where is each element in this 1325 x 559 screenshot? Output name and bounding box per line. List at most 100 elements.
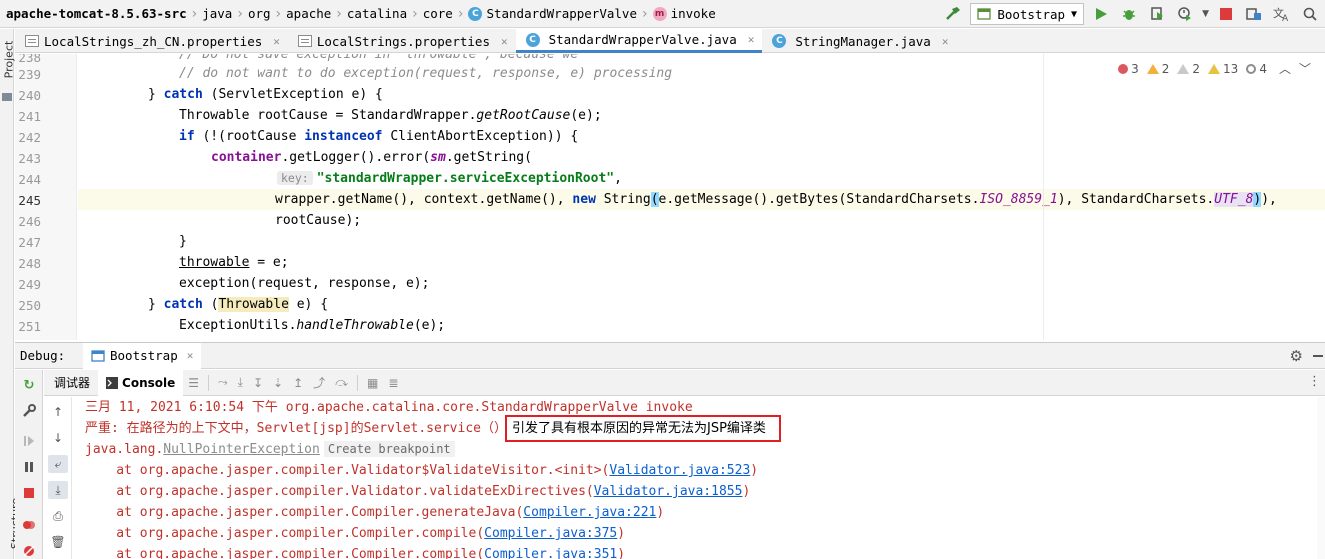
coverage-icon[interactable] — [1146, 3, 1168, 25]
chevron-down-icon[interactable]: ﹀ — [1299, 60, 1311, 77]
run-configuration-select[interactable]: Bootstrap ▼ — [970, 3, 1085, 25]
arrow-up-icon[interactable]: ↑ — [48, 403, 68, 421]
source-link[interactable]: Compiler.java:221 — [523, 505, 656, 520]
translate-icon[interactable]: 文A — [1271, 3, 1293, 25]
line-number-current: 245 — [18, 193, 41, 208]
arrow-down-icon[interactable]: ↓ — [48, 429, 68, 447]
keyword: catch — [163, 87, 203, 102]
gear-icon[interactable]: ⚙ — [1290, 347, 1303, 365]
print-icon[interactable]: ⎙ — [48, 507, 68, 525]
breadcrumb-core[interactable]: core — [423, 0, 453, 28]
comment: // do not want to do exception(request, … — [179, 66, 673, 81]
wrench-icon[interactable] — [19, 402, 39, 420]
trace-stream-icon[interactable]: ≣ — [388, 376, 398, 390]
tab-standardwrappervalve[interactable]: C StandardWrapperValve.java ✕ — [515, 29, 763, 53]
clear-all-icon[interactable]: 🗑 — [48, 533, 68, 551]
tab-localstrings[interactable]: LocalStrings.properties ✕ — [288, 29, 516, 53]
mute-breakpoints-icon[interactable] — [19, 542, 39, 559]
divider — [208, 374, 210, 391]
error-count[interactable]: 3 — [1118, 62, 1139, 76]
debug-icon[interactable] — [1118, 3, 1140, 25]
drop-frame-icon[interactable]: ⤴ — [313, 374, 325, 391]
class-icon: C — [525, 32, 540, 47]
line-number-gutter[interactable]: 238 239 240 241 242 243 244 245 246 247 … — [15, 54, 77, 340]
project-structure-icon[interactable] — [1243, 3, 1265, 25]
stop-icon[interactable] — [19, 484, 39, 502]
breadcrumb-catalina[interactable]: catalina — [347, 0, 407, 28]
breadcrumb-org[interactable]: org — [248, 0, 271, 28]
warning-icon — [1146, 63, 1159, 74]
tab-debugger[interactable]: 调试器 — [44, 370, 98, 396]
warning-count[interactable]: 2 — [1146, 62, 1169, 76]
step-into-icon[interactable]: ↧ — [253, 376, 263, 390]
view-breakpoints-icon[interactable] — [19, 516, 39, 534]
tab-console[interactable]: Console — [98, 369, 184, 396]
source-link[interactable]: Compiler.java:351 — [484, 547, 617, 559]
evaluate-expression-icon[interactable]: ▦ — [367, 376, 378, 390]
step-over-icon[interactable]: ⤓ — [238, 375, 243, 390]
scroll-to-end-icon[interactable]: ⤓ — [48, 481, 68, 499]
run-icon[interactable] — [1090, 3, 1112, 25]
more-icon[interactable]: ⋮ — [1308, 374, 1321, 389]
breadcrumb-project[interactable]: apache-tomcat-8.5.63-src — [0, 0, 187, 28]
close-icon[interactable]: ✕ — [187, 349, 194, 362]
build-hammer-icon[interactable] — [942, 3, 964, 25]
stop-icon[interactable] — [1215, 3, 1237, 25]
code-text: String — [595, 192, 651, 207]
line-number: 243 — [18, 151, 41, 166]
breadcrumb-class[interactable]: C StandardWrapperValve — [468, 0, 637, 28]
rerun-icon[interactable]: ↻ — [19, 376, 39, 394]
tab-stringmanager[interactable]: C StringManager.java ✕ — [762, 29, 956, 53]
line-number: 240 — [18, 88, 41, 103]
close-icon[interactable]: ✕ — [501, 35, 508, 48]
profile-icon[interactable] — [1174, 3, 1196, 25]
create-breakpoint-button[interactable]: Create breakpoint — [323, 441, 455, 457]
chevron-up-icon[interactable]: ︿ — [1279, 60, 1291, 77]
search-icon[interactable] — [1299, 3, 1321, 25]
menu-lines-icon[interactable]: ☰ — [188, 376, 199, 390]
code-text: , — [614, 171, 622, 186]
other-count[interactable]: 4 — [1246, 62, 1267, 76]
chevron-down-icon[interactable]: ▼ — [1202, 9, 1209, 19]
resume-icon[interactable] — [19, 432, 39, 450]
breadcrumb-class-label: StandardWrapperValve — [486, 6, 637, 21]
run-to-cursor-icon[interactable]: ⤼ — [335, 375, 348, 390]
code-line: rootCause); — [78, 210, 361, 231]
source-link[interactable]: Validator.java:523 — [609, 463, 750, 478]
breadcrumb-java[interactable]: java — [202, 0, 232, 28]
project-tool-button[interactable]: Project — [2, 41, 15, 79]
minimize-icon[interactable] — [1313, 355, 1323, 357]
soft-wrap-icon[interactable]: ⤶ — [48, 455, 68, 473]
close-icon[interactable]: ✕ — [748, 33, 755, 46]
code-editor[interactable]: 238 239 240 241 242 243 244 245 246 247 … — [15, 54, 1325, 340]
chevron-right-icon: › — [412, 5, 418, 22]
source-link[interactable]: Compiler.java:375 — [484, 526, 617, 541]
tab-label: StandardWrapperValve.java — [548, 32, 737, 47]
chevron-right-icon: › — [237, 5, 243, 22]
step-out-icon[interactable]: ↥ — [293, 376, 303, 390]
keyword: new — [572, 192, 596, 207]
pause-icon[interactable] — [19, 458, 39, 476]
typo-count[interactable]: 13 — [1208, 62, 1238, 76]
vertical-scrollbar[interactable] — [1317, 397, 1325, 559]
debug-session-tab[interactable]: Bootstrap ✕ — [83, 342, 202, 369]
force-step-into-icon[interactable]: ⇣ — [273, 376, 283, 390]
class-icon: C — [468, 6, 483, 21]
close-icon[interactable]: ✕ — [942, 35, 949, 48]
close-icon[interactable]: ✕ — [273, 35, 280, 48]
editor-tab-bar: LocalStrings_zh_CN.properties ✕ LocalStr… — [15, 29, 1325, 53]
code-area[interactable]: // Do not save exception in 'throwable',… — [78, 54, 1325, 340]
breadcrumb-method[interactable]: m invoke — [652, 0, 716, 28]
breadcrumb-apache[interactable]: apache — [286, 0, 331, 28]
chevron-right-icon: › — [641, 5, 648, 22]
tab-localstrings-zh-cn[interactable]: LocalStrings_zh_CN.properties ✕ — [15, 29, 288, 53]
line-number: 241 — [18, 109, 41, 124]
left-tool-window-strip: Project Structure — [0, 29, 22, 559]
console-output[interactable]: 三月 11, 2021 6:10:54 下午 org.apache.catali… — [73, 397, 1325, 559]
exception-class-link[interactable]: NullPointerException — [163, 442, 320, 457]
svg-text:A: A — [1282, 14, 1289, 22]
inspection-widget[interactable]: 3 2 2 13 4 ︿ ﹀ — [1118, 60, 1311, 77]
weak-warning-count[interactable]: 2 — [1177, 62, 1200, 76]
source-link[interactable]: Validator.java:1855 — [594, 484, 743, 499]
show-execution-point-icon[interactable]: ⤳ — [218, 375, 228, 390]
